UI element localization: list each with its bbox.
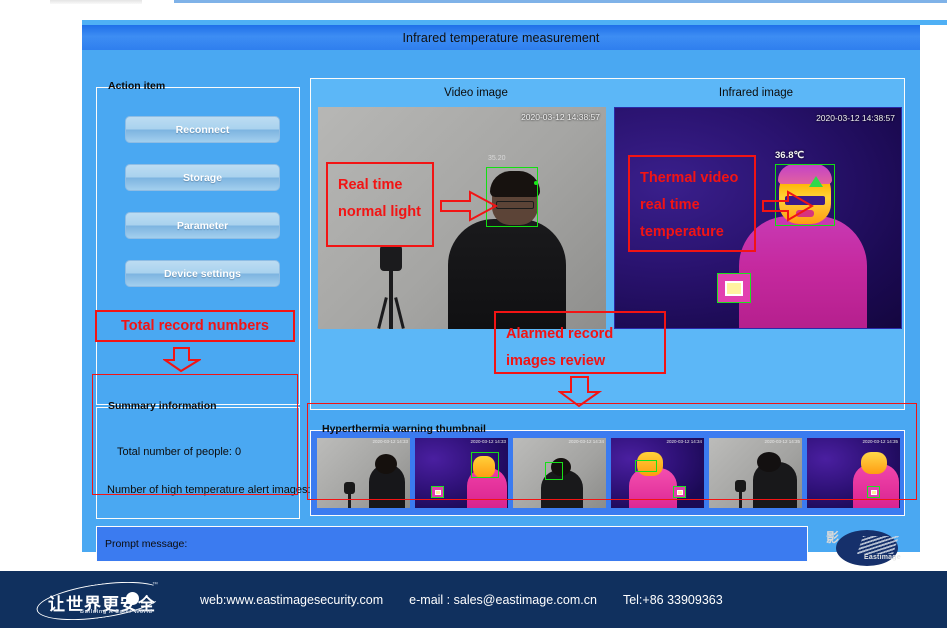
- page-footer: 让世界更安全 Building A Safer World ™ web:www.…: [0, 571, 947, 628]
- annotation-alarmed-line1: Alarmed record: [506, 326, 614, 342]
- arrow-down-icon-alarmed-records: [558, 376, 602, 408]
- thermal-person-body: [739, 164, 867, 328]
- parameter-button-label: Parameter: [176, 219, 229, 232]
- arrow-right-icon-video: [440, 190, 498, 222]
- annotation-real-time-line1: Real time: [338, 177, 403, 193]
- prompt-message-label: Prompt message:: [105, 538, 188, 550]
- footer-email: e-mail : sales@eastimage.com.cn: [409, 592, 597, 607]
- screenshot-root: Infrared temperature measurement Action …: [0, 0, 947, 628]
- footer-logo-trademark-icon: ™: [152, 581, 158, 588]
- footer-logo-globe-icon: [126, 591, 139, 605]
- eastimage-footer-logo: 让世界更安全 Building A Safer World ™: [22, 574, 182, 627]
- annotation-real-time-normal-light: Real time normal light: [326, 162, 434, 247]
- storage-button[interactable]: Storage: [125, 164, 280, 191]
- window-title: Infrared temperature measurement: [402, 30, 600, 45]
- footer-logo-tagline: Building A Safer World: [80, 608, 153, 615]
- tripod-camera-body: [380, 245, 402, 271]
- annotation-total-record-numbers: Total record numbers: [95, 310, 295, 342]
- annotation-box-thumbnails: [307, 403, 917, 500]
- annotation-thermal-video-real-time-temperature: Thermal video real time temperature: [628, 155, 756, 252]
- reconnect-button-label: Reconnect: [175, 123, 230, 136]
- blackbody-calibration-core: [725, 280, 743, 296]
- footer-contact-info: web:www.eastimagesecurity.com e-mail : s…: [200, 593, 723, 607]
- video-image-label: Video image: [444, 87, 508, 99]
- logo-swoosh-icon: [857, 536, 899, 554]
- arrow-down-icon-total-records: [163, 347, 201, 373]
- annotation-thermal-line2: real time: [640, 197, 700, 213]
- video-hotspot-dot: [534, 181, 538, 185]
- tripod-leg-left: [377, 297, 388, 329]
- footer-website: web:www.eastimagesecurity.com: [200, 592, 384, 607]
- annotation-thermal-line1: Thermal video: [640, 170, 739, 186]
- window-titlebar: Infrared temperature measurement: [82, 25, 920, 50]
- infrared-timestamp: 2020-03-12 14:38:57: [816, 113, 895, 123]
- footer-telephone: Tel:+86 33909363: [622, 592, 723, 607]
- tripod-leg-right: [394, 297, 405, 329]
- blackbody-calibration-marker: [717, 273, 751, 303]
- device-settings-button-label: Device settings: [163, 267, 242, 280]
- annotation-box-summary: [92, 374, 298, 495]
- infrared-temperature-reading: 36.8℃: [775, 150, 805, 161]
- parameter-button[interactable]: Parameter: [125, 212, 280, 239]
- arrow-right-icon-infrared: [762, 190, 814, 222]
- device-settings-button[interactable]: Device settings: [125, 260, 280, 287]
- reconnect-button[interactable]: Reconnect: [125, 116, 280, 143]
- annotation-total-record-numbers-text: Total record numbers: [121, 318, 269, 334]
- video-face-temperature-label: 35.20: [488, 155, 506, 162]
- eastimage-logo: 影 Eastimage: [822, 528, 906, 568]
- annotation-alarmed-record-images-review: Alarmed record images review: [494, 311, 666, 374]
- prompt-message-box[interactable]: Prompt message:: [96, 526, 808, 562]
- logo-wordmark: Eastimage: [864, 554, 901, 561]
- top-partial-element-right: [174, 0, 947, 3]
- storage-button-label: Storage: [182, 171, 223, 184]
- top-partial-element-left: [50, 0, 142, 4]
- infrared-image-label: Infrared image: [718, 87, 794, 99]
- annotation-alarmed-line2: images review: [506, 353, 606, 369]
- tripod-pole: [389, 271, 393, 329]
- tripod-object: [377, 245, 405, 329]
- annotation-thermal-line3: temperature: [640, 224, 724, 240]
- action-item-panel-title: Action item: [108, 80, 166, 92]
- annotation-real-time-line2: normal light: [338, 204, 421, 220]
- video-timestamp: 2020-03-12 14:38:57: [521, 112, 600, 122]
